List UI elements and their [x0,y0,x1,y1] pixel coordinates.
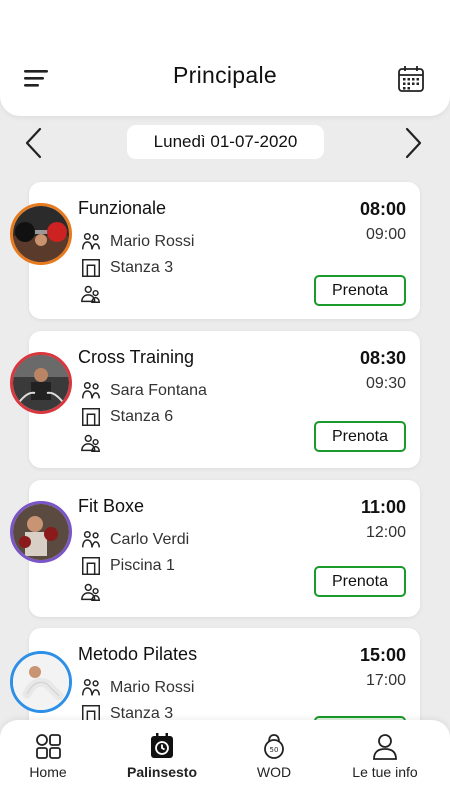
room-name: Piscina 1 [110,557,175,574]
nav-label-palinsesto: Palinsesto [126,764,198,780]
class-card[interactable]: Fit Boxe Carlo Verdi Piscina 1 11:00 12: [29,480,420,617]
room-row: Stanza 3 [80,257,173,279]
room-row: Stanza 6 [80,406,173,428]
instructor-row: Sara Fontana [80,380,207,402]
class-name: Cross Training [78,347,195,367]
class-name: Metodo Pilates [78,644,198,664]
room-row: Stanza 3 [80,703,173,720]
end-time: 12:00 [365,524,406,541]
end-time: 09:30 [365,375,406,392]
instructor-row: Carlo Verdi [80,529,189,551]
instructor-icon [82,382,100,399]
nav-label-home: Home [29,764,67,780]
end-time: 17:00 [365,672,406,689]
pilates-photo-icon [13,654,69,710]
schedule-icon [151,733,173,758]
instructor-row: Mario Rossi [80,677,194,699]
ropes-photo-icon [13,355,69,411]
participants-icon[interactable] [80,432,102,454]
chevron-right-icon[interactable] [401,126,425,160]
nav-item-wod[interactable]: 50 WOD [219,732,329,780]
class-card[interactable]: Metodo Pilates Mario Rossi Stanza 3 15:0… [29,628,420,720]
page-title: Principale [173,62,277,88]
instructor-name: Sara Fontana [110,382,207,399]
class-name: Fit Boxe [78,496,145,516]
user-icon [373,734,397,760]
room-name: Stanza 6 [110,408,174,425]
top-app-bar: Principale [0,0,450,116]
nav-item-profile[interactable]: Le tue info [330,732,440,780]
class-avatar [10,651,72,713]
class-avatar [10,352,72,414]
book-button[interactable]: Prenota [314,566,406,597]
instructor-icon [82,233,100,250]
kettlebell-icon: 50 [264,734,284,759]
nav-item-palinsesto[interactable]: Palinsesto [107,732,217,780]
instructor-icon [82,531,100,548]
start-time: 11:00 [360,497,406,517]
class-name: Funzionale [78,198,167,218]
start-time: 15:00 [359,645,406,665]
class-card[interactable]: Cross Training Sara Fontana Stanza 6 08:… [29,331,420,468]
instructor-row: Mario Rossi [80,231,194,253]
calendar-icon[interactable] [396,64,426,94]
participants-icon[interactable] [80,283,102,305]
start-time: 08:00 [359,199,406,219]
current-date[interactable]: Lunedì 01-07-2020 [127,125,324,159]
nav-label-profile: Le tue info [352,764,418,780]
room-icon [82,408,100,426]
grid-icon [36,734,61,759]
room-icon [82,557,100,575]
room-icon [82,705,100,720]
end-time: 09:00 [365,226,406,243]
participants-icon[interactable] [80,581,102,603]
date-navigator: Lunedì 01-07-2020 [0,120,450,166]
book-button[interactable]: Prenota [314,275,406,306]
chevron-left-icon[interactable] [22,126,46,160]
start-time: 08:30 [359,348,406,368]
room-icon [82,259,100,277]
nav-item-home[interactable]: Home [0,732,103,780]
class-card[interactable]: Funzionale Mario Rossi Stanza 3 08:00 09 [29,182,420,319]
class-avatar [10,203,72,265]
instructor-name: Carlo Verdi [110,531,190,548]
room-name: Stanza 3 [110,259,174,276]
barbell-photo-icon [13,206,69,262]
nav-label-wod: WOD [256,764,292,780]
book-button[interactable]: Prenota [314,421,406,452]
boxing-photo-icon [13,504,69,560]
bottom-navigation: Home Palinsesto 50 WOD Le tue info [0,720,450,800]
room-row: Piscina 1 [80,555,175,577]
svg-text:50: 50 [270,746,279,754]
instructor-name: Mario Rossi [110,679,195,696]
instructor-icon [82,679,100,696]
room-name: Stanza 3 [110,705,174,720]
class-avatar [10,501,72,563]
instructor-name: Mario Rossi [110,233,195,250]
